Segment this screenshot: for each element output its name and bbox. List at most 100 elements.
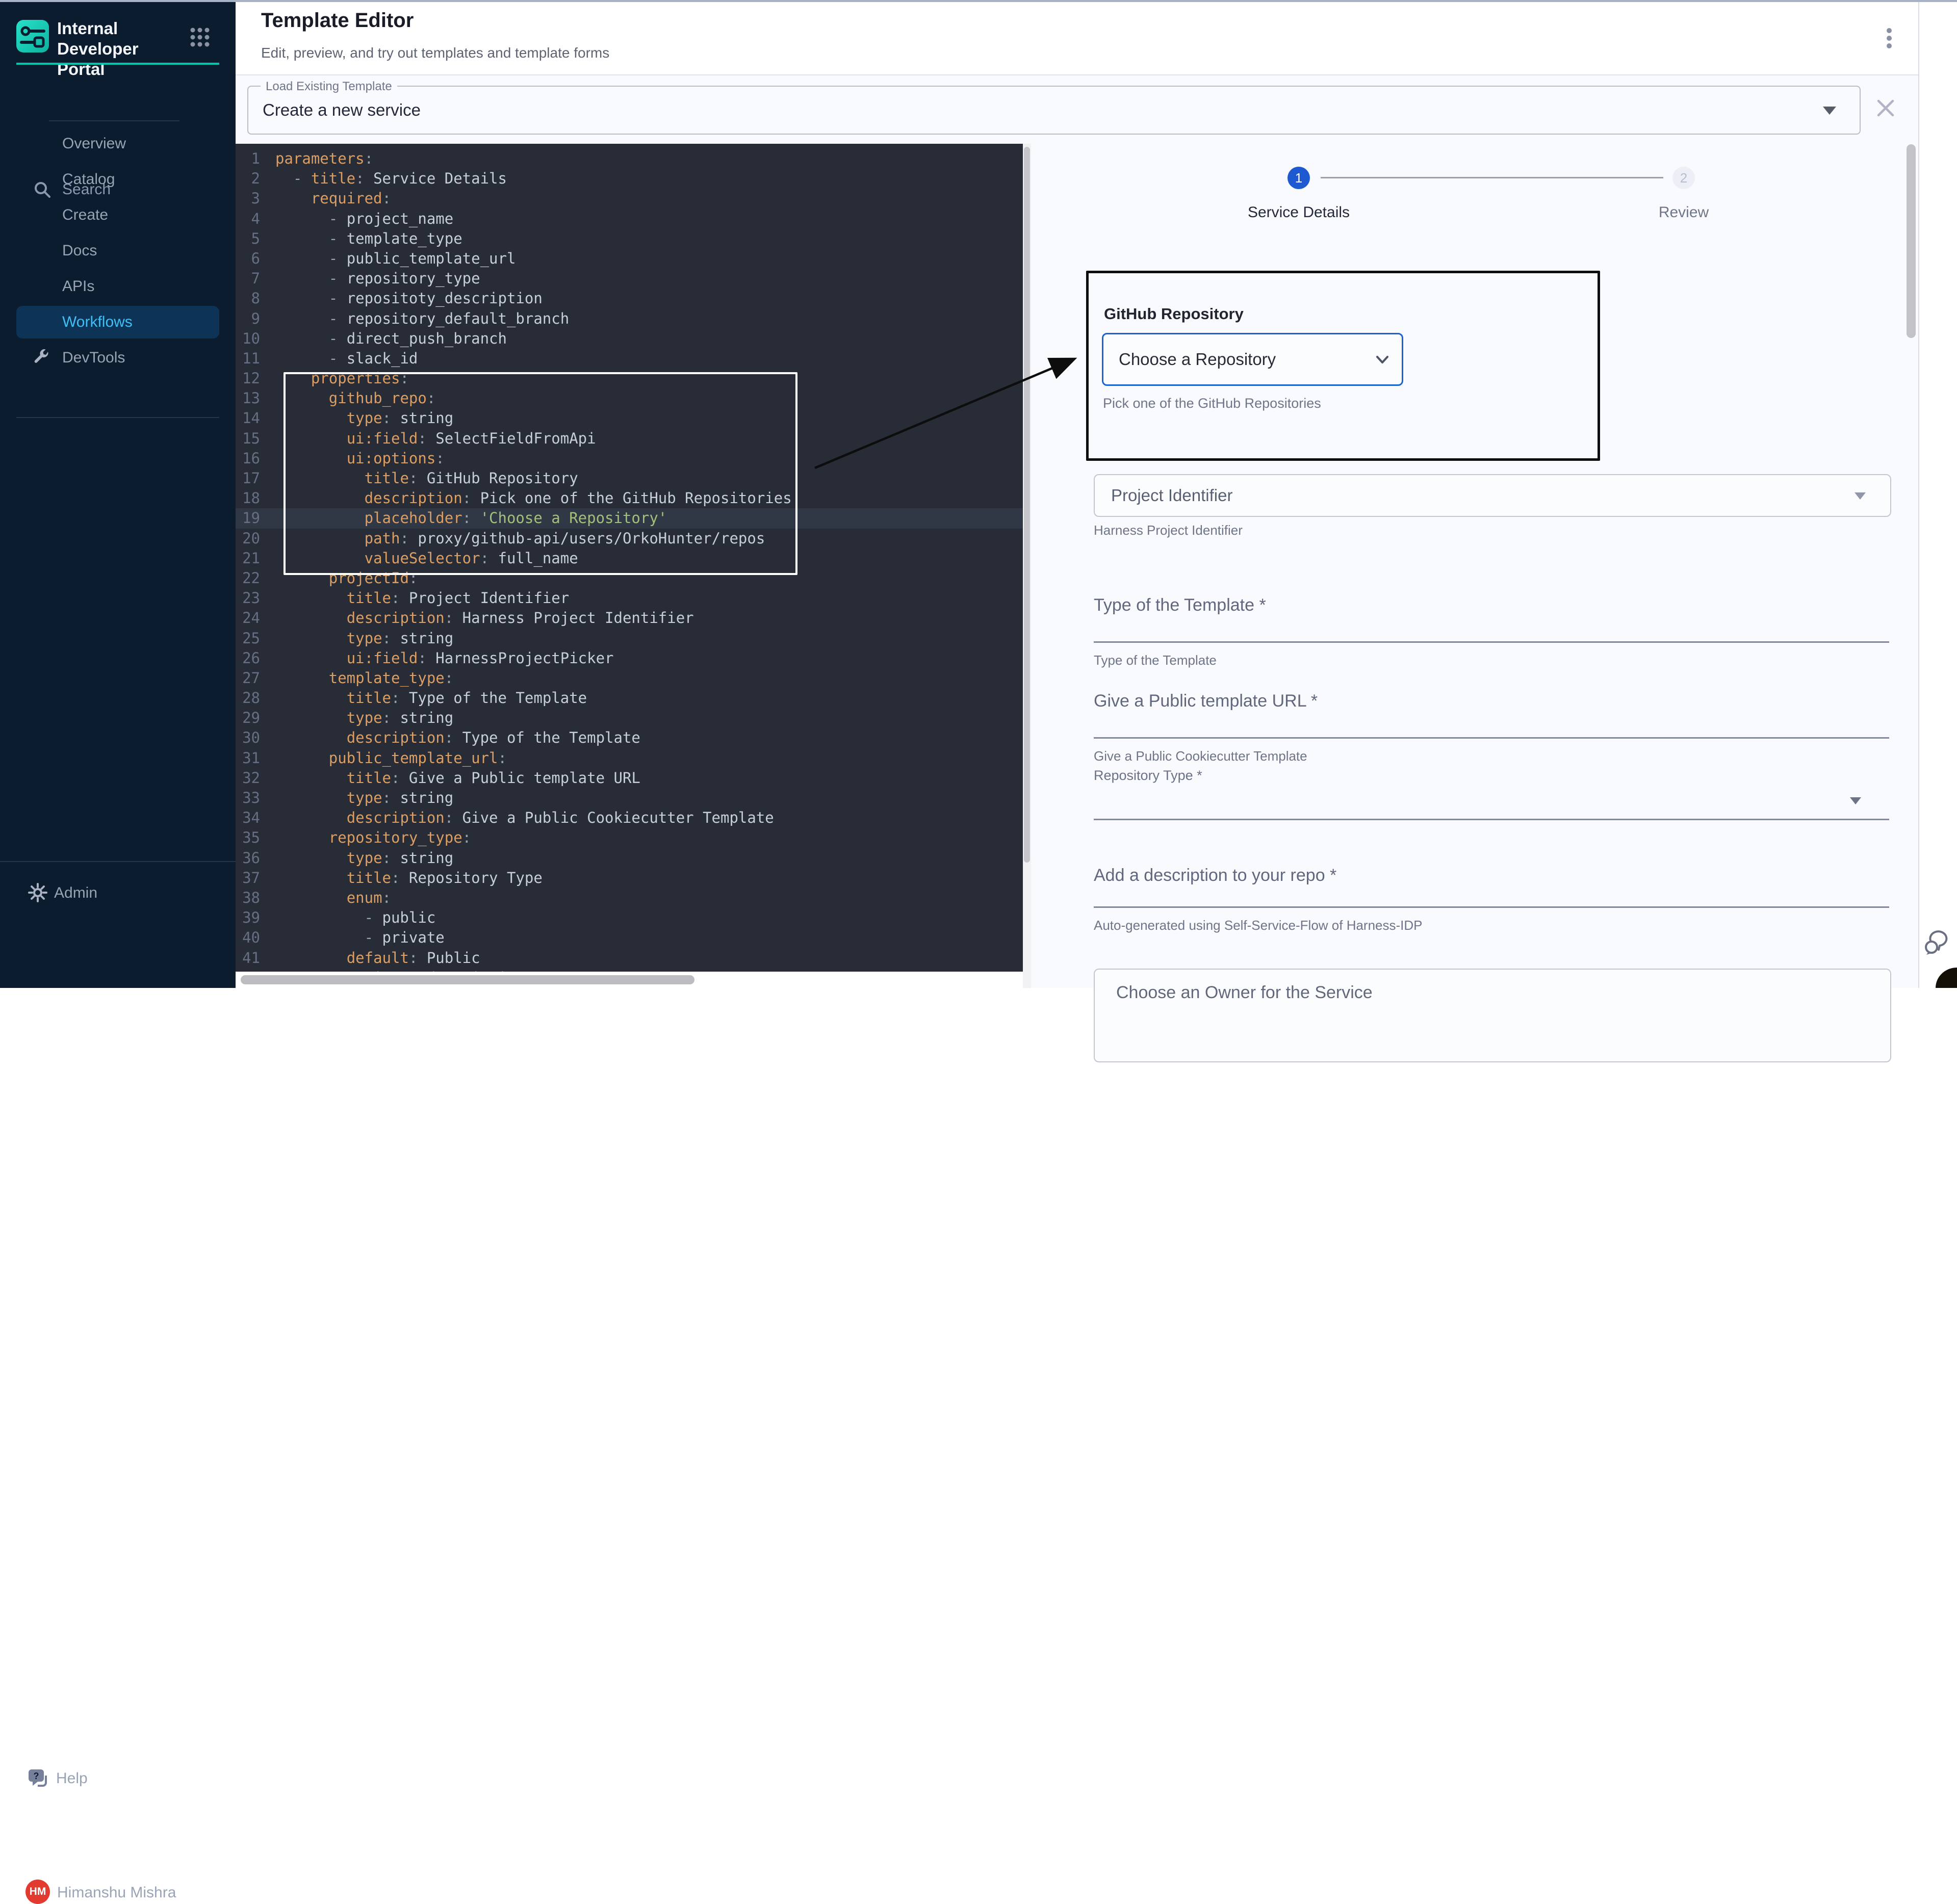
divider <box>16 417 219 418</box>
line-number: 2 <box>236 169 260 189</box>
stepper-label-service-details: Service Details <box>1214 204 1384 221</box>
code-line-3: 3 required: <box>236 189 1031 208</box>
divider <box>49 120 179 121</box>
code-annotation-box <box>284 372 797 575</box>
line-number: 41 <box>236 948 260 968</box>
sidebar-item-overview[interactable]: Overview <box>0 126 236 162</box>
github-helper-text: Pick one of the GitHub Repositories <box>1103 396 1321 411</box>
line-number: 13 <box>236 388 260 408</box>
sidebar-item-label: Workflows <box>62 314 133 331</box>
line-number: 37 <box>236 868 260 888</box>
line-number: 36 <box>236 848 260 868</box>
code-line-40: 40 - private <box>236 928 1031 948</box>
avatar: HM <box>25 1880 50 1904</box>
template-type-field[interactable]: Type of the Template * Type of the Templ… <box>1094 595 1889 615</box>
sidebar-item-create[interactable]: Create <box>0 197 236 233</box>
sidebar-item-devtools[interactable]: DevTools <box>0 340 236 376</box>
github-repository-select[interactable]: Choose a Repository <box>1102 333 1403 386</box>
code-line-41: 41 default: Public <box>236 948 1031 968</box>
line-number: 7 <box>236 269 260 289</box>
repository-type-select[interactable]: Repository Type * <box>1094 768 1889 784</box>
sidebar-item-apis[interactable]: APIs <box>0 269 236 304</box>
editor-horizontal-scrollbar-thumb[interactable] <box>241 975 694 984</box>
code-line-24: 24 description: Harness Project Identifi… <box>236 608 1031 628</box>
app-root: Internal Developer Portal Search Overvi <box>0 0 1957 988</box>
line-number: 3 <box>236 189 260 208</box>
stepper-connector <box>1321 177 1663 178</box>
clear-template-icon[interactable] <box>1873 96 1898 120</box>
line-number: 24 <box>236 608 260 628</box>
editor-vertical-scrollbar-thumb[interactable] <box>1024 147 1030 863</box>
app-grid-icon[interactable] <box>187 24 213 50</box>
sidebar-item-label: DevTools <box>62 349 125 367</box>
line-number: 27 <box>236 668 260 688</box>
sidebar-item-label: Overview <box>62 135 126 152</box>
line-number: 32 <box>236 768 260 788</box>
line-number: 4 <box>236 209 260 229</box>
line-number: 11 <box>236 349 260 369</box>
sidebar-item-search[interactable]: Search <box>0 88 236 116</box>
code-line-7: 7 - repository_type <box>236 269 1031 289</box>
line-number: 1 <box>236 149 260 169</box>
code-line-30: 30 description: Type of the Template <box>236 728 1031 748</box>
code-line-32: 32 title: Give a Public template URL <box>236 768 1031 788</box>
divider <box>0 861 236 862</box>
code-line-33: 33 type: string <box>236 788 1031 808</box>
stepper-step-1[interactable]: 1 <box>1288 167 1310 189</box>
feedback-chat-icon[interactable] <box>1923 927 1954 957</box>
sidebar-item-catalog[interactable]: Catalog <box>0 162 236 197</box>
sidebar-item-admin[interactable]: Admin <box>0 437 236 473</box>
line-number: 21 <box>236 549 260 568</box>
input-underline <box>1094 641 1889 643</box>
code-line-11: 11 - slack_id <box>236 349 1031 369</box>
code-line-25: 25 type: string <box>236 629 1031 648</box>
line-number: 38 <box>236 888 260 908</box>
load-existing-template-select[interactable]: Load Existing Template Create a new serv… <box>247 86 1861 135</box>
project-identifier-select[interactable]: Project Identifier <box>1094 474 1891 517</box>
repository-type-label: Repository Type * <box>1094 768 1889 784</box>
public-template-url-helper: Give a Public Cookiecutter Template <box>1094 748 1307 764</box>
sidebar-item-workflows[interactable]: Workflows <box>0 304 236 340</box>
svg-text:?: ? <box>34 1771 39 1781</box>
template-type-label: Type of the Template * <box>1094 595 1889 615</box>
line-number: 20 <box>236 529 260 549</box>
page-header: Template Editor Edit, preview, and try o… <box>236 0 1918 75</box>
sidebar-user[interactable]: HM Himanshu Mishra <box>0 937 236 973</box>
help-chat-icon: ? <box>27 1766 51 1791</box>
project-identifier-label: Project Identifier <box>1111 486 1232 505</box>
line-number: 28 <box>236 688 260 708</box>
public-template-url-field[interactable]: Give a Public template URL * Give a Publ… <box>1094 691 1889 711</box>
code-line-29: 29 type: string <box>236 708 1031 728</box>
code-line-9: 9 - repository_default_branch <box>236 309 1031 329</box>
line-number: 33 <box>236 788 260 808</box>
help-label: Help <box>56 1770 88 1787</box>
service-owner-select[interactable]: Choose an Owner for the Service <box>1094 969 1891 1062</box>
repo-description-field[interactable]: Add a description to your repo * Auto-ge… <box>1094 866 1889 885</box>
window-top-edge <box>0 0 1957 2</box>
code-line-26: 26 ui:field: HarnessProjectPicker <box>236 648 1031 668</box>
load-template-label: Load Existing Template <box>261 80 397 94</box>
line-number: 15 <box>236 429 260 449</box>
sidebar-item-docs[interactable]: Docs <box>0 233 236 269</box>
sidebar-item-label: APIs <box>62 278 94 295</box>
stepper-step-2[interactable]: 2 <box>1672 167 1695 189</box>
input-underline <box>1094 737 1889 739</box>
sidebar-item-help[interactable]: ? Help <box>0 880 236 916</box>
page-vertical-scrollbar-thumb[interactable] <box>1907 144 1916 338</box>
code-line-28: 28 title: Type of the Template <box>236 688 1031 708</box>
dropdown-arrow-icon <box>1850 797 1861 804</box>
yaml-code-editor[interactable]: 1parameters:2 - title: Service Details3 … <box>236 144 1031 988</box>
stepper-label-review: Review <box>1611 204 1756 221</box>
line-number: 10 <box>236 329 260 349</box>
line-number: 14 <box>236 408 260 428</box>
project-identifier-helper: Harness Project Identifier <box>1094 523 1243 538</box>
kebab-menu-icon[interactable] <box>1882 25 1897 56</box>
line-number: 35 <box>236 828 260 848</box>
sidebar-nav: Overview CatalogCreateDocs APIs Workflows De… <box>0 126 236 376</box>
code-line-34: 34 description: Give a Public Cookiecutt… <box>236 808 1031 828</box>
input-underline <box>1094 906 1889 908</box>
code-line-8: 8 - repositoty_description <box>236 289 1031 308</box>
line-number: 19 <box>236 508 260 528</box>
repo-description-label: Add a description to your repo * <box>1094 866 1889 885</box>
service-owner-label: Choose an Owner for the Service <box>1116 983 1373 1003</box>
